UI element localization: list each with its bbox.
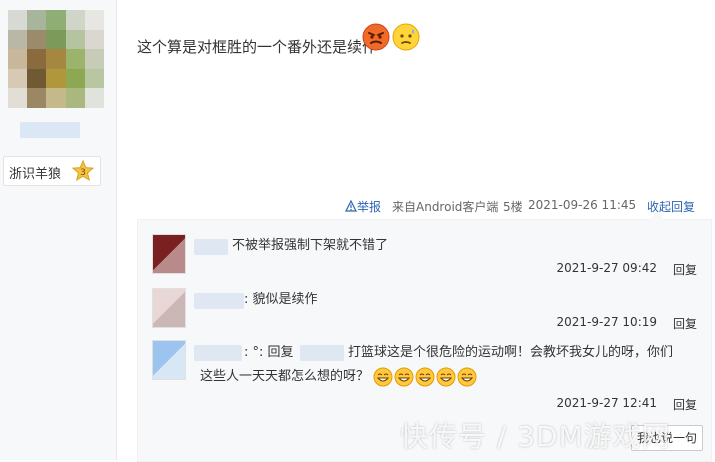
reply-time: 2021-9-27 09:42 bbox=[556, 261, 658, 275]
reply-item: : 貌似是续作 2021-9-27 10:19 回复 bbox=[152, 288, 697, 338]
reply-avatar[interactable] bbox=[152, 340, 186, 380]
post-time: 2021-09-26 11:45 bbox=[528, 198, 637, 212]
post-content-text: 这个算是对框胜的一个番外还是续作 bbox=[137, 38, 378, 56]
reply-time: 2021-9-27 12:41 bbox=[556, 396, 658, 410]
reply-username-blurred[interactable] bbox=[194, 239, 228, 255]
author-level-badge[interactable]: 浙识羊狼 3 bbox=[3, 156, 101, 186]
svg-text:3: 3 bbox=[80, 168, 86, 178]
reply-username-blurred[interactable] bbox=[194, 345, 242, 361]
grin-emoji bbox=[436, 367, 456, 386]
reply-avatar[interactable] bbox=[152, 234, 186, 274]
reply-button[interactable]: 回复 bbox=[673, 261, 697, 278]
reply-button[interactable]: 回复 bbox=[673, 315, 697, 332]
reply-username-blurred[interactable] bbox=[194, 293, 244, 309]
reply-target-username-blurred[interactable] bbox=[300, 345, 344, 361]
reply-time: 2021-9-27 10:19 bbox=[556, 315, 658, 329]
post-floor: 5楼 bbox=[503, 200, 523, 214]
reply-text: 不被举报强制下架就不错了 bbox=[232, 238, 389, 253]
level-star-icon: 3 bbox=[71, 159, 95, 182]
reply-prefix: : °: 回复 bbox=[244, 345, 294, 360]
reply-text-line2: 这些人一天天都怎么想的呀？ bbox=[200, 369, 370, 384]
emoji-group bbox=[373, 367, 478, 386]
report-link[interactable]: 举报 bbox=[345, 198, 381, 214]
grin-emoji bbox=[415, 367, 435, 386]
reply-avatar[interactable] bbox=[152, 288, 186, 328]
reply-text: : 貌似是续作 bbox=[244, 292, 318, 307]
anger-face-emoji bbox=[362, 23, 390, 55]
level-name: 浙识羊狼 bbox=[9, 167, 62, 182]
author-sidebar: 浙识羊狼 3 bbox=[0, 0, 117, 460]
grin-emoji bbox=[373, 367, 393, 386]
post-source: 来自Android客户端 bbox=[392, 200, 499, 214]
reply-text-line1: 打篮球这是个很危险的运动啊！会教坏我女儿的呀，你们 bbox=[348, 345, 674, 360]
report-label: 举报 bbox=[357, 200, 382, 214]
reply-button[interactable]: 回复 bbox=[673, 396, 697, 413]
watermark-text: 快传号 / 3DM游戏网 bbox=[400, 420, 671, 453]
sweat-face-emoji bbox=[392, 23, 420, 55]
author-avatar[interactable] bbox=[8, 10, 104, 108]
grin-emoji bbox=[394, 367, 414, 386]
reply-text-line2-wrap: 这些人一天天都怎么想的呀？ bbox=[200, 364, 478, 390]
grin-emoji bbox=[457, 367, 477, 386]
warning-icon bbox=[345, 199, 357, 212]
reply-item: : °: 回复 打篮球这是个很危险的运动啊！会教坏我女儿的呀，你们 这些人一天天… bbox=[152, 340, 697, 420]
author-username-blurred[interactable] bbox=[20, 122, 80, 138]
reply-item: 不被举报强制下架就不错了 2021-9-27 09:42 回复 bbox=[152, 234, 697, 284]
